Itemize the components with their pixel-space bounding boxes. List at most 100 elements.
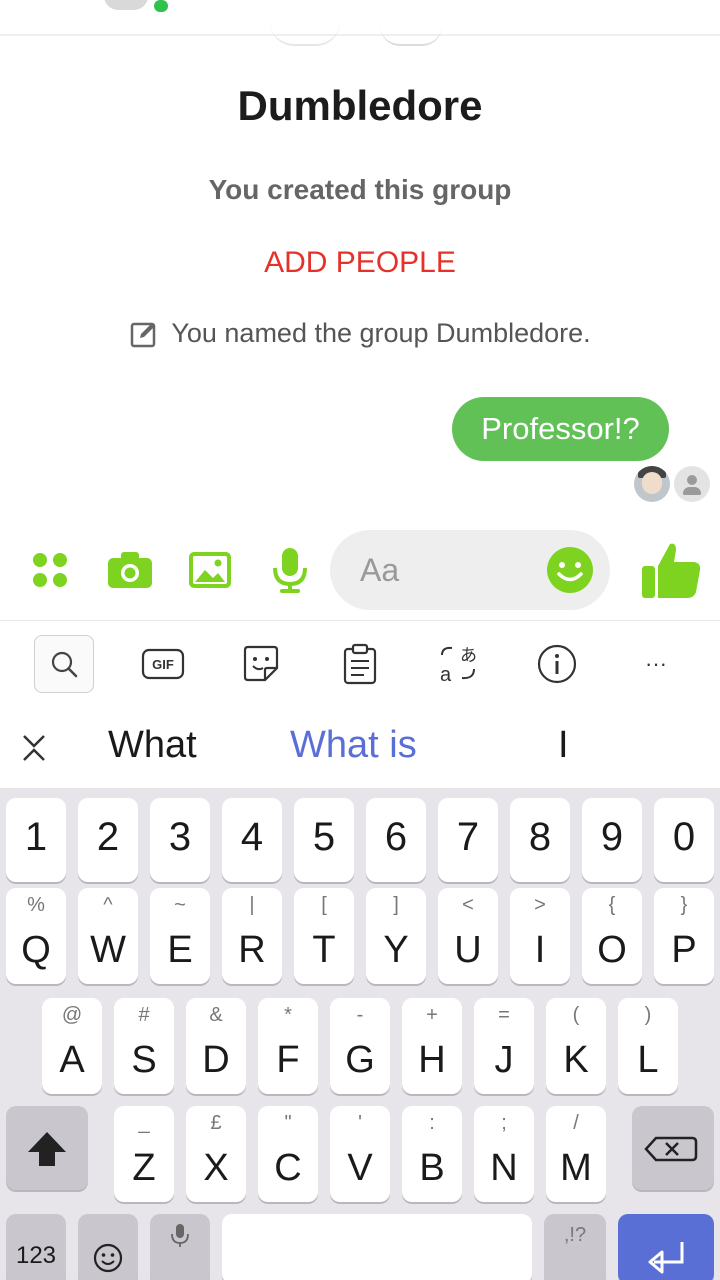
letter-key[interactable]: * F — [258, 998, 318, 1094]
key-label: L — [637, 1039, 659, 1081]
edit-icon — [131, 322, 156, 347]
key-label: 8 — [528, 815, 552, 859]
number-key[interactable]: 2 — [78, 798, 138, 882]
letter-key[interactable]: | R — [222, 888, 282, 984]
suggestion-item[interactable]: What — [108, 724, 197, 767]
key-label: Y — [383, 929, 409, 971]
number-key[interactable]: 0 — [654, 798, 714, 882]
message-bubble[interactable]: Professor!? — [452, 397, 669, 461]
key-secondary-label: - — [356, 1004, 364, 1026]
key-label: O — [597, 929, 627, 971]
backspace-key[interactable] — [632, 1106, 714, 1190]
keyboard-search-icon[interactable] — [34, 635, 94, 693]
letter-key[interactable]: / M — [546, 1106, 606, 1202]
add-people-button[interactable]: ADD PEOPLE — [0, 246, 720, 280]
key-label: W — [90, 929, 126, 971]
letter-key[interactable]: ' V — [330, 1106, 390, 1202]
group-title: Dumbledore — [237, 82, 483, 129]
number-key[interactable]: 6 — [366, 798, 426, 882]
letter-key[interactable]: [T — [294, 888, 354, 984]
key-secondary-label: ' — [358, 1112, 362, 1134]
translate-icon[interactable]: あ a — [428, 635, 488, 693]
key-label: Q — [21, 929, 51, 971]
key-label: H — [418, 1039, 446, 1081]
letter-key[interactable]: (K — [546, 998, 606, 1094]
key-secondary-label: " — [284, 1112, 292, 1134]
thumbs-up-icon[interactable] — [636, 536, 704, 604]
number-key[interactable]: 8 — [510, 798, 570, 882]
key-label: M — [560, 1147, 592, 1189]
group-named-text: You named the group Dumbledore. — [171, 318, 591, 348]
space-key[interactable] — [222, 1214, 532, 1280]
key-secondary-label: _ — [138, 1112, 150, 1134]
shift-key[interactable] — [6, 1106, 88, 1190]
number-key[interactable]: 1 — [6, 798, 66, 882]
number-key[interactable]: 9 — [582, 798, 642, 882]
camera-icon[interactable] — [100, 540, 160, 600]
key-secondary-label: > — [534, 894, 546, 916]
gallery-icon[interactable] — [180, 540, 240, 600]
letter-key[interactable]: ] Y — [366, 888, 426, 984]
message-composer: Aa — [0, 530, 720, 614]
letter-key[interactable]: = J — [474, 998, 534, 1094]
letter-key[interactable]: ; N — [474, 1106, 534, 1202]
letter-key[interactable]: £ X — [186, 1106, 246, 1202]
key-label: U — [454, 929, 482, 971]
more-icon[interactable]: ··· — [626, 635, 686, 693]
online-indicator — [154, 0, 168, 12]
letter-key[interactable]: :B — [402, 1106, 462, 1202]
key-label: 2 — [96, 815, 120, 859]
letter-key[interactable]: " C — [258, 1106, 318, 1202]
enter-key[interactable] — [618, 1214, 714, 1280]
letter-key[interactable]: % Q — [6, 888, 66, 984]
number-key[interactable]: 7 — [438, 798, 498, 882]
seen-avatar-placeholder — [674, 466, 710, 502]
key-secondary-label: { — [608, 894, 616, 916]
key-label: R — [238, 929, 266, 971]
svg-text:a: a — [440, 664, 452, 685]
emoji-icon[interactable] — [546, 546, 594, 594]
voice-input-key[interactable] — [150, 1214, 210, 1280]
letter-key[interactable]: & D — [186, 998, 246, 1094]
message-input[interactable]: Aa — [330, 530, 610, 610]
punctuation-key[interactable]: ,!? — [544, 1214, 606, 1280]
number-key[interactable]: 3 — [150, 798, 210, 882]
group-named-notice: You named the group Dumbledore. — [0, 318, 720, 349]
key-label: D — [202, 1039, 230, 1081]
suggestion-item[interactable]: I — [558, 724, 569, 767]
letter-key[interactable]: > I — [510, 888, 570, 984]
letter-key[interactable]: # S — [114, 998, 174, 1094]
number-key[interactable]: 5 — [294, 798, 354, 882]
number-key[interactable]: 4 — [222, 798, 282, 882]
letter-key[interactable]: ~ E — [150, 888, 210, 984]
letter-key[interactable]: < U — [438, 888, 498, 984]
info-icon[interactable] — [527, 635, 587, 693]
gif-icon[interactable]: GIF — [133, 635, 193, 693]
soft-keyboard: 123 ,!? 1 2 3 4 5 6 7 8 9 0% Q ^ W ~ E | R[T] Y < U > I{O} P @ A… — [0, 788, 720, 1280]
sticker-icon[interactable] — [231, 635, 291, 693]
key-label: X — [203, 1147, 229, 1189]
key-secondary-label: + — [426, 1004, 438, 1026]
clipboard-icon[interactable] — [330, 635, 390, 693]
symbols-key[interactable]: 123 — [6, 1214, 66, 1280]
key-label: 0 — [672, 815, 696, 859]
key-label: T — [312, 929, 336, 971]
letter-key[interactable]: @ A — [42, 998, 102, 1094]
letter-key[interactable]: _ Z — [114, 1106, 174, 1202]
suggestion-item[interactable]: What is — [290, 724, 417, 767]
key-secondary-label: * — [284, 1004, 292, 1026]
letter-key[interactable]: + H — [402, 998, 462, 1094]
letter-key[interactable]: ) L — [618, 998, 678, 1094]
group-avatar[interactable] — [104, 0, 148, 10]
key-label: A — [59, 1039, 85, 1081]
letter-key[interactable]: {O — [582, 888, 642, 984]
letter-key[interactable]: ^ W — [78, 888, 138, 984]
emoji-key[interactable] — [78, 1214, 138, 1280]
microphone-icon[interactable] — [260, 540, 320, 600]
key-secondary-label: £ — [210, 1112, 222, 1134]
seen-avatar — [634, 466, 670, 502]
apps-icon[interactable] — [20, 540, 80, 600]
letter-key[interactable]: } P — [654, 888, 714, 984]
collapse-icon[interactable] — [18, 728, 50, 768]
letter-key[interactable]: -G — [330, 998, 390, 1094]
